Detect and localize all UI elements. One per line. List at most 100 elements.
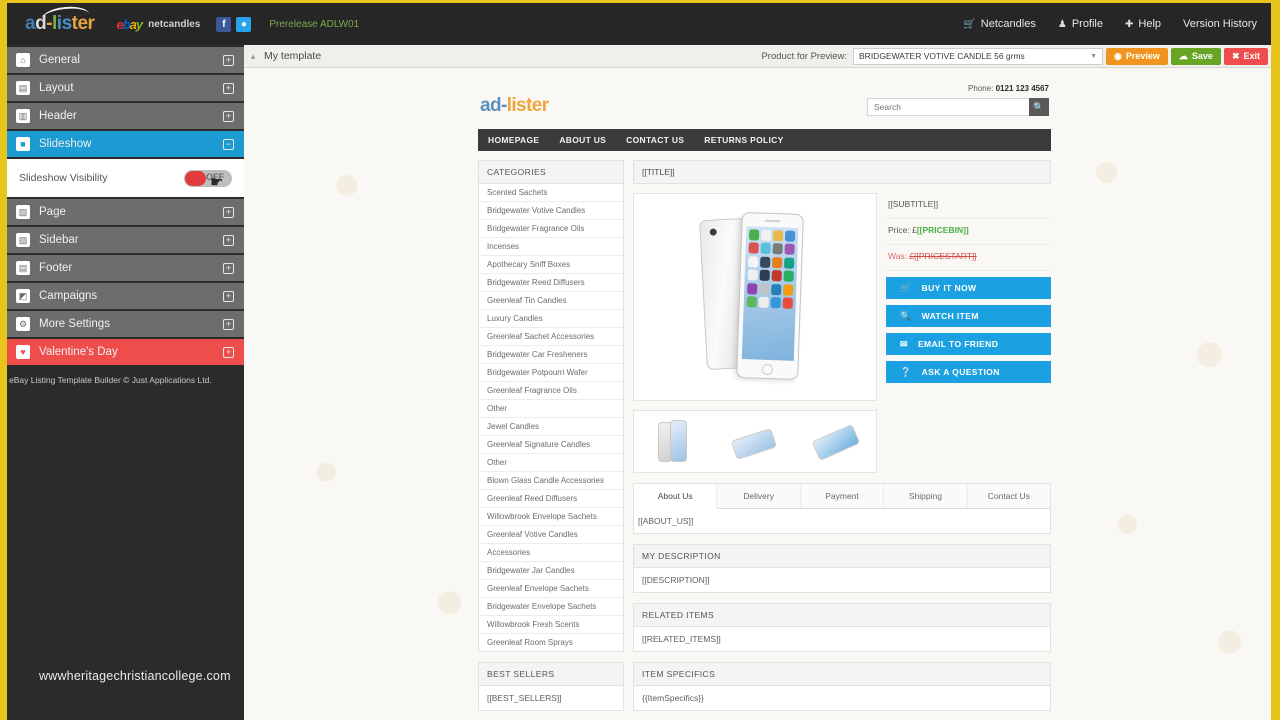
exit-button[interactable]: ✖ Exit: [1223, 47, 1268, 65]
ask-a-question-button[interactable]: ❔ ASK A QUESTION: [886, 361, 1051, 383]
watch-item-button[interactable]: 🔍 WATCH ITEM: [886, 305, 1051, 327]
category-item[interactable]: Bridgewater Jar Candles: [479, 562, 623, 580]
slideshow-icon: ■: [16, 137, 30, 151]
ebay-account[interactable]: ebay netcandles: [116, 17, 200, 32]
tab-payment[interactable]: Payment: [800, 484, 885, 508]
expand-icon[interactable]: +: [223, 262, 234, 274]
nav-contact-us[interactable]: CONTACT US: [626, 135, 684, 145]
social-links: f ●: [216, 16, 252, 32]
category-item[interactable]: Bridgewater Envelope Sachets: [479, 598, 623, 616]
search-icon[interactable]: 🔍: [1029, 98, 1049, 116]
template-logo[interactable]: ad-lister: [480, 95, 549, 117]
search-input[interactable]: [868, 99, 1029, 115]
phone-label: Phone:: [968, 84, 996, 93]
slideshow-visibility-toggle[interactable]: OFF: [184, 169, 232, 187]
adlister-logo[interactable]: ad-lister: [25, 4, 95, 35]
category-item[interactable]: Jewel Candles: [479, 418, 623, 436]
category-item[interactable]: Bridgewater Fragrance Oils: [479, 220, 623, 238]
sidebar-item-general[interactable]: ⌂ General +: [7, 47, 244, 73]
save-button[interactable]: ☁ Save: [1170, 47, 1221, 65]
home-icon: ⌂: [16, 53, 30, 67]
nav-returns-policy[interactable]: RETURNS POLICY: [704, 135, 783, 145]
expand-icon[interactable]: +: [223, 290, 234, 302]
category-item[interactable]: Other: [479, 400, 623, 418]
product-preview-value: BRIDGEWATER VOTIVE CANDLE 56 grms: [859, 51, 1025, 61]
related-items-panel: RELATED ITEMS [[RELATED_ITEMS]]: [633, 603, 1051, 652]
sidebar-item-more-settings[interactable]: ⚙ More Settings +: [7, 311, 244, 337]
category-item[interactable]: Bridgewater Car Fresheners: [479, 346, 623, 364]
header-icon: ▥: [16, 109, 30, 123]
tab-contact-us[interactable]: Contact Us: [967, 484, 1051, 508]
template-nav: HOMEPAGE ABOUT US CONTACT US RETURNS POL…: [478, 129, 1051, 151]
sidebar-item-campaigns[interactable]: ◩ Campaigns +: [7, 283, 244, 309]
category-item[interactable]: Greenleaf Votive Candles: [479, 526, 623, 544]
item-specifics-token: {{ItemSpecifics}}: [642, 693, 704, 703]
topnav-profile[interactable]: ♟ Profile: [1058, 18, 1103, 30]
collapse-icon[interactable]: ▴: [247, 51, 259, 62]
category-item[interactable]: Other: [479, 454, 623, 472]
tab-shipping[interactable]: Shipping: [884, 484, 968, 508]
template-search-box[interactable]: 🔍: [867, 98, 1049, 116]
help-icon: ✚: [1125, 18, 1134, 30]
sidebar-item-label: Slideshow: [39, 138, 92, 150]
sidebar-item-valentines-day[interactable]: ♥ Valentine's Day +: [7, 339, 244, 365]
page-icon: ▧: [16, 205, 30, 219]
category-item[interactable]: Bridgewater Potpourri Wafer: [479, 364, 623, 382]
product-info: [[SUBTITLE]] Price: £[[PRICEBIN]] Was: £…: [886, 193, 1051, 401]
tab-delivery[interactable]: Delivery: [717, 484, 801, 508]
category-item[interactable]: Incenses: [479, 238, 623, 256]
category-item[interactable]: Scented Sachets: [479, 184, 623, 202]
nav-homepage[interactable]: HOMEPAGE: [488, 135, 539, 145]
tab-about-us[interactable]: About Us: [634, 484, 718, 509]
workspace-toolbar: ▴ My template Product for Preview: BRIDG…: [244, 45, 1271, 68]
category-item[interactable]: Luxury Candles: [479, 310, 623, 328]
category-item[interactable]: Greenleaf Reed Diffusers: [479, 490, 623, 508]
topnav-version-history[interactable]: Version History: [1183, 18, 1257, 30]
product-preview-select[interactable]: BRIDGEWATER VOTIVE CANDLE 56 grms ▼: [853, 47, 1104, 65]
expand-icon[interactable]: +: [223, 206, 234, 218]
category-item[interactable]: Blown Glass Candle Accessories: [479, 472, 623, 490]
thumbnail-2[interactable]: [727, 420, 783, 464]
sidebar-item-page[interactable]: ▧ Page +: [7, 199, 244, 225]
category-item[interactable]: Greenleaf Signature Candles: [479, 436, 623, 454]
product-main-image[interactable]: [633, 193, 877, 401]
preview-button[interactable]: ◉ Preview: [1106, 47, 1168, 65]
topnav-help[interactable]: ✚ Help: [1125, 18, 1161, 30]
topnav-netcandles[interactable]: 🛒 Netcandles: [963, 18, 1036, 30]
sidebar-item-footer[interactable]: ▤ Footer +: [7, 255, 244, 281]
facebook-icon[interactable]: f: [216, 16, 232, 32]
thumbnail-3[interactable]: [808, 420, 864, 464]
sidebar-item-layout[interactable]: ▤ Layout +: [7, 75, 244, 101]
expand-icon[interactable]: +: [223, 54, 234, 66]
collapse-icon[interactable]: −: [223, 138, 234, 150]
expand-icon[interactable]: +: [223, 346, 234, 358]
category-item[interactable]: Greenleaf Envelope Sachets: [479, 580, 623, 598]
category-item[interactable]: Greenleaf Sachet Accessories: [479, 328, 623, 346]
thumbnail-1[interactable]: [646, 419, 702, 464]
sidebar-item-header[interactable]: ▥ Header +: [7, 103, 244, 129]
expand-icon[interactable]: +: [223, 234, 234, 246]
category-item[interactable]: Greenleaf Tin Candles: [479, 292, 623, 310]
page-watermark: wwwheritagechristiancollege.com: [39, 669, 231, 683]
sidebar-item-slideshow[interactable]: ■ Slideshow −: [7, 131, 244, 157]
email-to-friend-button[interactable]: ✉ EMAIL TO FRIEND: [886, 333, 1051, 355]
expand-icon[interactable]: +: [223, 110, 234, 122]
category-item[interactable]: Greenleaf Fragrance Oils: [479, 382, 623, 400]
prerelease-label: Prerelease ADLW01: [269, 18, 360, 30]
expand-icon[interactable]: +: [223, 82, 234, 94]
nav-about-us[interactable]: ABOUT US: [559, 135, 606, 145]
category-item[interactable]: Willowbrook Fresh Scents: [479, 616, 623, 634]
category-item[interactable]: Willowbrook Envelope Sachets: [479, 508, 623, 526]
category-item[interactable]: Bridgewater Reed Diffusers: [479, 274, 623, 292]
category-item[interactable]: Apothecary Sniff Boxes: [479, 256, 623, 274]
buy-it-now-button[interactable]: 🛒 BUY IT NOW: [886, 277, 1051, 299]
related-items-token: [[RELATED_ITEMS]]: [642, 634, 721, 644]
app-root: ad-lister ebay netcandles f ● Prerelease…: [0, 0, 1280, 720]
my-description-heading: MY DESCRIPTION: [634, 545, 1050, 568]
category-item[interactable]: Accessories: [479, 544, 623, 562]
category-item[interactable]: Greenleaf Room Sprays: [479, 634, 623, 651]
expand-icon[interactable]: +: [223, 318, 234, 330]
sidebar-item-sidebar[interactable]: ▨ Sidebar +: [7, 227, 244, 253]
category-item[interactable]: Bridgewater Votive Candles: [479, 202, 623, 220]
twitter-icon[interactable]: ●: [236, 16, 252, 32]
